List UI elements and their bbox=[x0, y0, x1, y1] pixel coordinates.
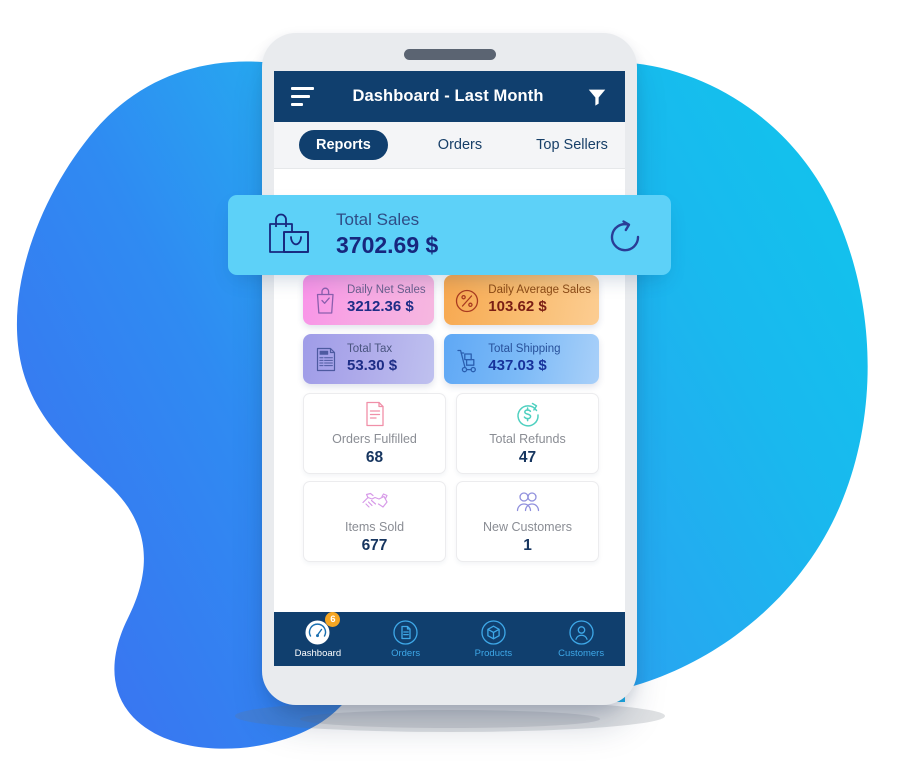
filter-funnel-icon[interactable] bbox=[586, 86, 608, 108]
nav-label: Products bbox=[474, 648, 513, 660]
nav-icon-wrap bbox=[480, 619, 507, 646]
hand-truck-icon bbox=[457, 349, 477, 372]
card-orders-fulfilled[interactable]: Orders Fulfilled 68 bbox=[303, 393, 446, 474]
percent-badge-icon bbox=[456, 289, 479, 312]
bottom-navigation: 6 Dashboard Orders Products Customers bbox=[274, 612, 625, 666]
document-lines-icon bbox=[365, 402, 384, 427]
metric-cards: Orders Fulfilled 68 Total Refunds 47 Ite… bbox=[303, 393, 599, 562]
orders-doc-icon bbox=[393, 620, 418, 645]
total-sales-value: 3702.69 $ bbox=[336, 232, 439, 259]
summary-tiles: Daily Net Sales 3212.36 $ Daily Average … bbox=[303, 275, 599, 384]
tile-daily-net-sales[interactable]: Daily Net Sales 3212.36 $ bbox=[303, 275, 435, 325]
tile-total-shipping[interactable]: Total Shipping 437.03 $ bbox=[444, 334, 599, 384]
tile-label: Total Shipping bbox=[488, 342, 561, 355]
phone-speaker bbox=[403, 49, 496, 60]
card-value: 47 bbox=[518, 449, 537, 467]
tile-label: Daily Net Sales bbox=[347, 283, 426, 296]
nav-icon-wrap bbox=[392, 619, 419, 646]
customers-icon bbox=[516, 492, 539, 512]
card-new-customers[interactable]: New Customers 1 bbox=[456, 481, 599, 562]
banner-text: Total Sales 3702.69 $ bbox=[336, 209, 605, 261]
tile-total-tax[interactable]: Total Tax 53.30 $ bbox=[303, 334, 435, 384]
package-icon bbox=[481, 620, 506, 645]
illustration-stage: Dashboard - Last Month Reports Orders To… bbox=[0, 0, 900, 778]
tile-value: 437.03 $ bbox=[488, 356, 547, 374]
notification-badge: 6 bbox=[325, 612, 341, 628]
card-value: 68 bbox=[365, 449, 384, 467]
tile-daily-average-sales[interactable]: Daily Average Sales 103.62 $ bbox=[444, 275, 599, 325]
tab-reports[interactable]: Reports bbox=[299, 130, 388, 160]
card-value: 677 bbox=[361, 537, 388, 555]
nav-label: Orders bbox=[391, 648, 421, 660]
nav-label: Customers bbox=[558, 648, 605, 660]
nav-item-dashboard[interactable]: 6 Dashboard bbox=[274, 612, 362, 660]
nav-icon-wrap: 6 bbox=[304, 612, 341, 646]
tile-value: 3212.36 $ bbox=[347, 297, 414, 315]
handshake-icon bbox=[361, 493, 388, 508]
card-label: Orders Fulfilled bbox=[332, 432, 417, 447]
tax-document-icon bbox=[316, 347, 336, 371]
card-total-refunds[interactable]: Total Refunds 47 bbox=[456, 393, 599, 474]
app-header: Dashboard - Last Month bbox=[274, 71, 625, 122]
page-title: Dashboard - Last Month bbox=[352, 87, 544, 105]
shopping-bags-icon bbox=[269, 213, 309, 253]
card-items-sold[interactable]: Items Sold 677 bbox=[303, 481, 446, 562]
bag-check-icon bbox=[316, 287, 334, 314]
card-label: Total Refunds bbox=[489, 432, 566, 447]
nav-item-customers[interactable]: Customers bbox=[537, 619, 625, 659]
nav-item-orders[interactable]: Orders bbox=[362, 619, 450, 659]
refund-dollar-icon bbox=[516, 403, 539, 427]
nav-label: Dashboard bbox=[294, 648, 342, 660]
tab-orders[interactable]: Orders bbox=[438, 137, 482, 153]
total-sales-label: Total Sales bbox=[336, 209, 420, 229]
tile-value: 103.62 $ bbox=[488, 297, 547, 315]
phone-device: Dashboard - Last Month Reports Orders To… bbox=[228, 33, 671, 705]
nav-item-products[interactable]: Products bbox=[450, 619, 538, 659]
user-icon bbox=[568, 620, 594, 645]
tile-label: Total Tax bbox=[347, 342, 393, 355]
tab-bar: Reports Orders Top Sellers bbox=[274, 122, 625, 169]
total-sales-banner[interactable]: Total Sales 3702.69 $ bbox=[228, 195, 671, 275]
phone-screen: Dashboard - Last Month Reports Orders To… bbox=[274, 71, 625, 666]
refresh-icon[interactable] bbox=[605, 215, 645, 255]
nav-icon-wrap bbox=[568, 619, 595, 646]
card-value: 1 bbox=[523, 537, 532, 555]
tile-value: 53.30 $ bbox=[347, 356, 398, 374]
tile-label: Daily Average Sales bbox=[488, 283, 591, 296]
tab-top-sellers[interactable]: Top Sellers bbox=[536, 137, 608, 153]
card-label: Items Sold bbox=[344, 520, 405, 535]
card-label: New Customers bbox=[483, 520, 572, 535]
